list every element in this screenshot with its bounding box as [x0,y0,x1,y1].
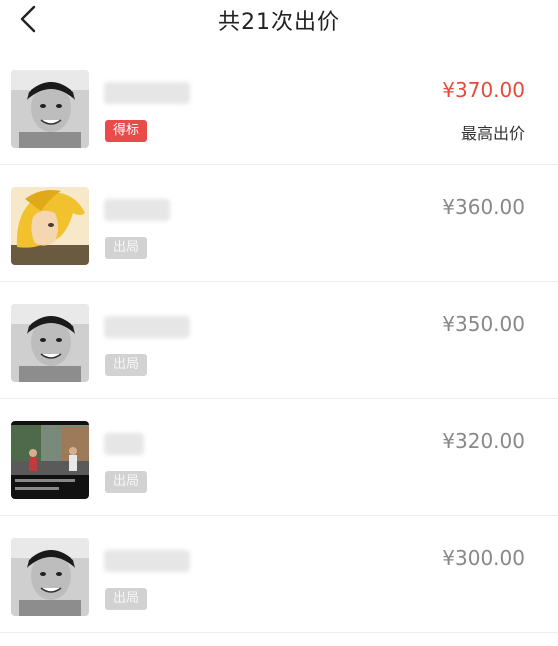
bid-price: ¥360.00 [442,195,525,219]
blurred-username [104,82,190,104]
blurred-username [104,316,190,338]
header-bar: 共21次出价 [0,0,558,40]
page-title: 共21次出价 [218,10,340,35]
bid-row[interactable]: 出局 ¥300.00 [0,516,558,633]
bid-row[interactable]: 得标 ¥370.00 最高出价 [0,48,558,165]
blurred-username [104,433,144,455]
bid-row[interactable]: 出局 ¥320.00 [0,399,558,516]
blurred-username [104,550,190,572]
bid-price: ¥320.00 [442,429,525,453]
blurred-username [104,199,170,221]
street-photo-avatar[interactable] [11,421,89,499]
smiling-man-avatar[interactable] [11,70,89,148]
status-badge: 出局 [105,471,148,493]
smiling-man-avatar[interactable] [11,304,89,382]
bid-list: 得标 ¥370.00 最高出价 出局 ¥360.00 出局 ¥350.00 出局… [0,48,558,633]
bid-price: ¥370.00 [442,78,525,102]
bid-price: ¥300.00 [442,546,525,570]
status-badge: 得标 [105,120,148,142]
smiling-man-avatar[interactable] [11,538,89,616]
status-badge: 出局 [105,354,148,376]
bid-price: ¥350.00 [442,312,525,336]
bid-row[interactable]: 出局 ¥360.00 [0,165,558,282]
status-badge: 出局 [105,237,148,259]
status-badge: 出局 [105,588,148,610]
bid-row[interactable]: 出局 ¥350.00 [0,282,558,399]
blonde-anime-avatar[interactable] [11,187,89,265]
highest-bid-label: 最高出价 [460,124,525,143]
